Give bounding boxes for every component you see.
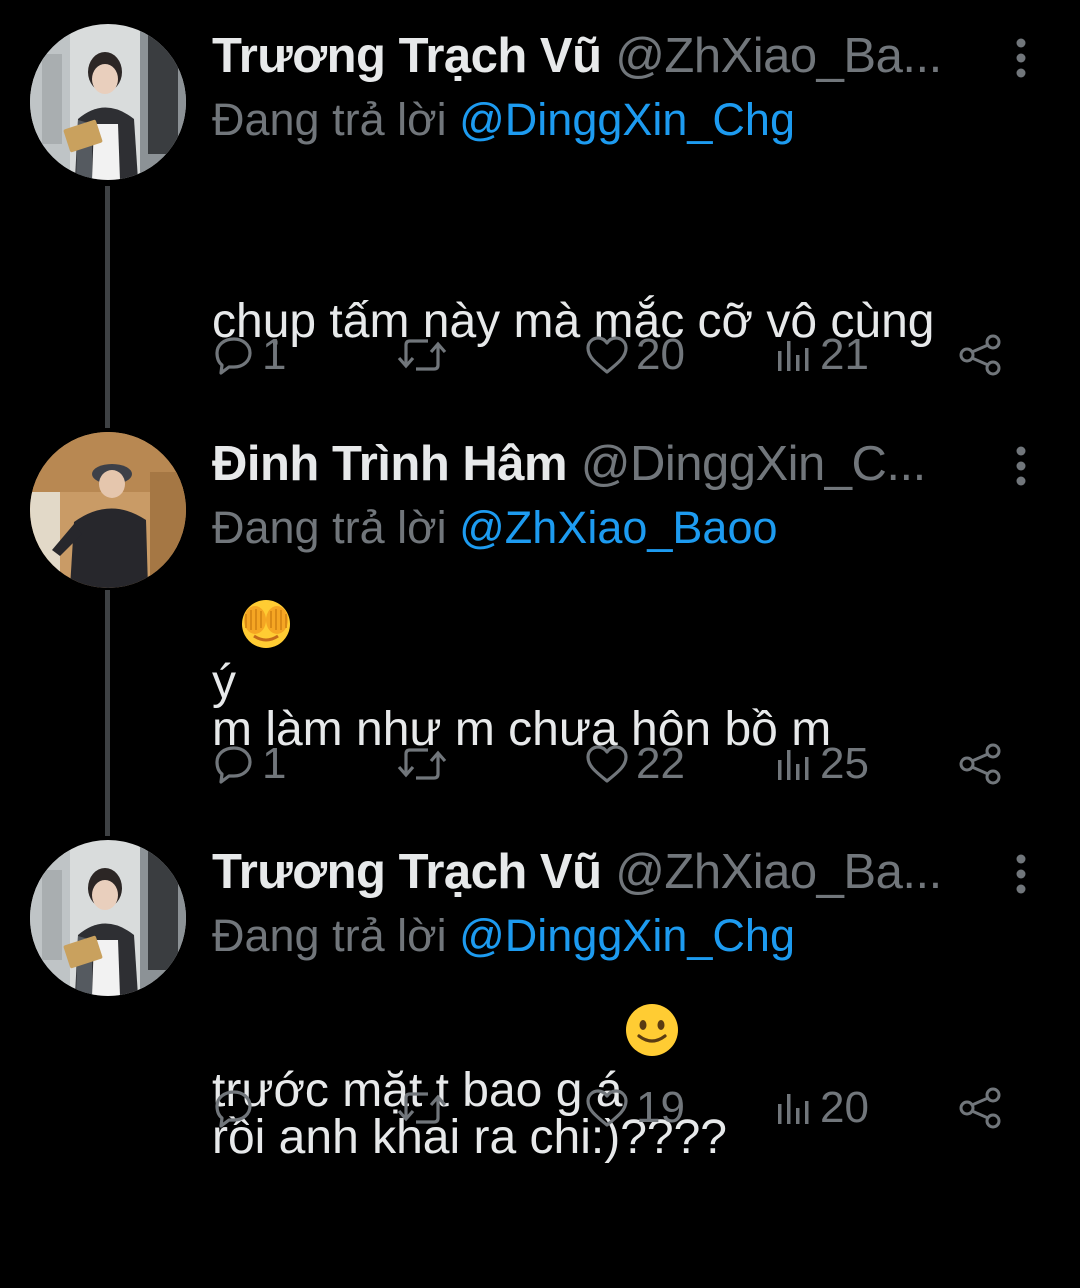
tweet[interactable]: Đinh Trình Hâm @DinggXin_C... Đang trả l…: [0, 420, 1080, 1117]
author-name[interactable]: Trương Trạch Vũ: [212, 845, 602, 899]
tweet[interactable]: Trương Trạch Vũ @ZhXiao_Ba... Đang trả l…: [0, 0, 1080, 709]
views-button[interactable]: 25: [774, 734, 869, 794]
share-icon: [957, 742, 1005, 786]
retweet-button[interactable]: [396, 1078, 454, 1138]
mention-link[interactable]: @DinggXin_Chg: [459, 94, 795, 145]
replying-to-label: Đang trả lời: [212, 910, 460, 961]
author-name[interactable]: Trương Trạch Vũ: [212, 29, 602, 83]
mention-link[interactable]: @DinggXin_Chg: [459, 910, 795, 961]
reply-button[interactable]: [212, 1078, 262, 1138]
view-count: 21: [820, 330, 869, 379]
replying-to: Đang trả lời @DinggXin_Chg: [212, 908, 1020, 964]
heart-icon: [584, 333, 630, 377]
views-icon: [774, 742, 814, 786]
avatar[interactable]: [30, 840, 186, 996]
tweet-header: Trương Trạch Vũ @ZhXiao_Ba...: [212, 842, 1000, 902]
replying-to-label: Đang trả lời: [212, 94, 460, 145]
tweet-header: Trương Trạch Vũ @ZhXiao_Ba...: [212, 26, 1000, 86]
tweet-text: rồi anh khai ra chi:)????: [212, 988, 1030, 1288]
like-count: 20: [636, 330, 685, 379]
author-handle[interactable]: @ZhXiao_Ba...: [615, 845, 942, 899]
view-count: 25: [820, 739, 869, 788]
like-button[interactable]: 22: [584, 734, 685, 794]
retweet-button[interactable]: [396, 734, 454, 794]
like-count: 22: [636, 739, 685, 788]
mention-link[interactable]: @ZhXiao_Baoo: [459, 502, 777, 553]
retweet-icon: [396, 1086, 448, 1130]
view-count: 20: [820, 1083, 869, 1132]
avatar[interactable]: [30, 24, 186, 180]
share-icon: [957, 1086, 1005, 1130]
tweet-header: Đinh Trình Hâm @DinggXin_C...: [212, 434, 1000, 494]
share-button[interactable]: [957, 325, 1005, 385]
views-icon: [774, 1086, 814, 1130]
author-handle[interactable]: @DinggXin_C...: [581, 437, 927, 491]
views-button[interactable]: 20: [774, 1078, 869, 1138]
more-vertical-icon[interactable]: [1014, 38, 1028, 78]
replying-to: Đang trả lời @ZhXiao_Baoo: [212, 500, 1020, 556]
more-vertical-icon[interactable]: [1014, 854, 1028, 894]
views-button[interactable]: 21: [774, 325, 869, 385]
reply-count: 1: [262, 330, 287, 379]
share-icon: [957, 333, 1005, 377]
like-button[interactable]: 20: [584, 325, 685, 385]
replying-to: Đang trả lời @DinggXin_Chg: [212, 92, 1020, 148]
reply-icon: [212, 1086, 256, 1130]
heart-icon: [584, 1086, 630, 1130]
replying-to-label: Đang trả lời: [212, 502, 460, 553]
retweet-icon: [396, 742, 448, 786]
retweet-icon: [396, 333, 448, 377]
author-name[interactable]: Đinh Trình Hâm: [212, 437, 568, 491]
share-button[interactable]: [957, 1078, 1005, 1138]
author-handle[interactable]: @ZhXiao_Ba...: [615, 29, 942, 83]
reply-icon: [212, 742, 256, 786]
share-button[interactable]: [957, 734, 1005, 794]
views-icon: [774, 333, 814, 377]
more-vertical-icon[interactable]: [1014, 446, 1028, 486]
tweet-actions: 19 20: [212, 1078, 1032, 1138]
heart-icon: [584, 742, 630, 786]
reply-count: 1: [262, 739, 287, 788]
reply-button[interactable]: 1: [212, 325, 286, 385]
tweet-actions: 1 20 21: [212, 325, 1032, 385]
tweet-actions: 1 22 25: [212, 734, 1032, 794]
like-count: 19: [636, 1083, 685, 1132]
like-button[interactable]: 19: [584, 1078, 685, 1138]
reply-button[interactable]: 1: [212, 734, 286, 794]
avatar[interactable]: [30, 432, 186, 588]
tweet-thread: Trương Trạch Vũ @ZhXiao_Ba... Đang trả l…: [0, 0, 1080, 1164]
reply-icon: [212, 333, 256, 377]
tweet[interactable]: Trương Trạch Vũ @ZhXiao_Ba... Đang trả l…: [0, 830, 1080, 1164]
retweet-button[interactable]: [396, 325, 454, 385]
